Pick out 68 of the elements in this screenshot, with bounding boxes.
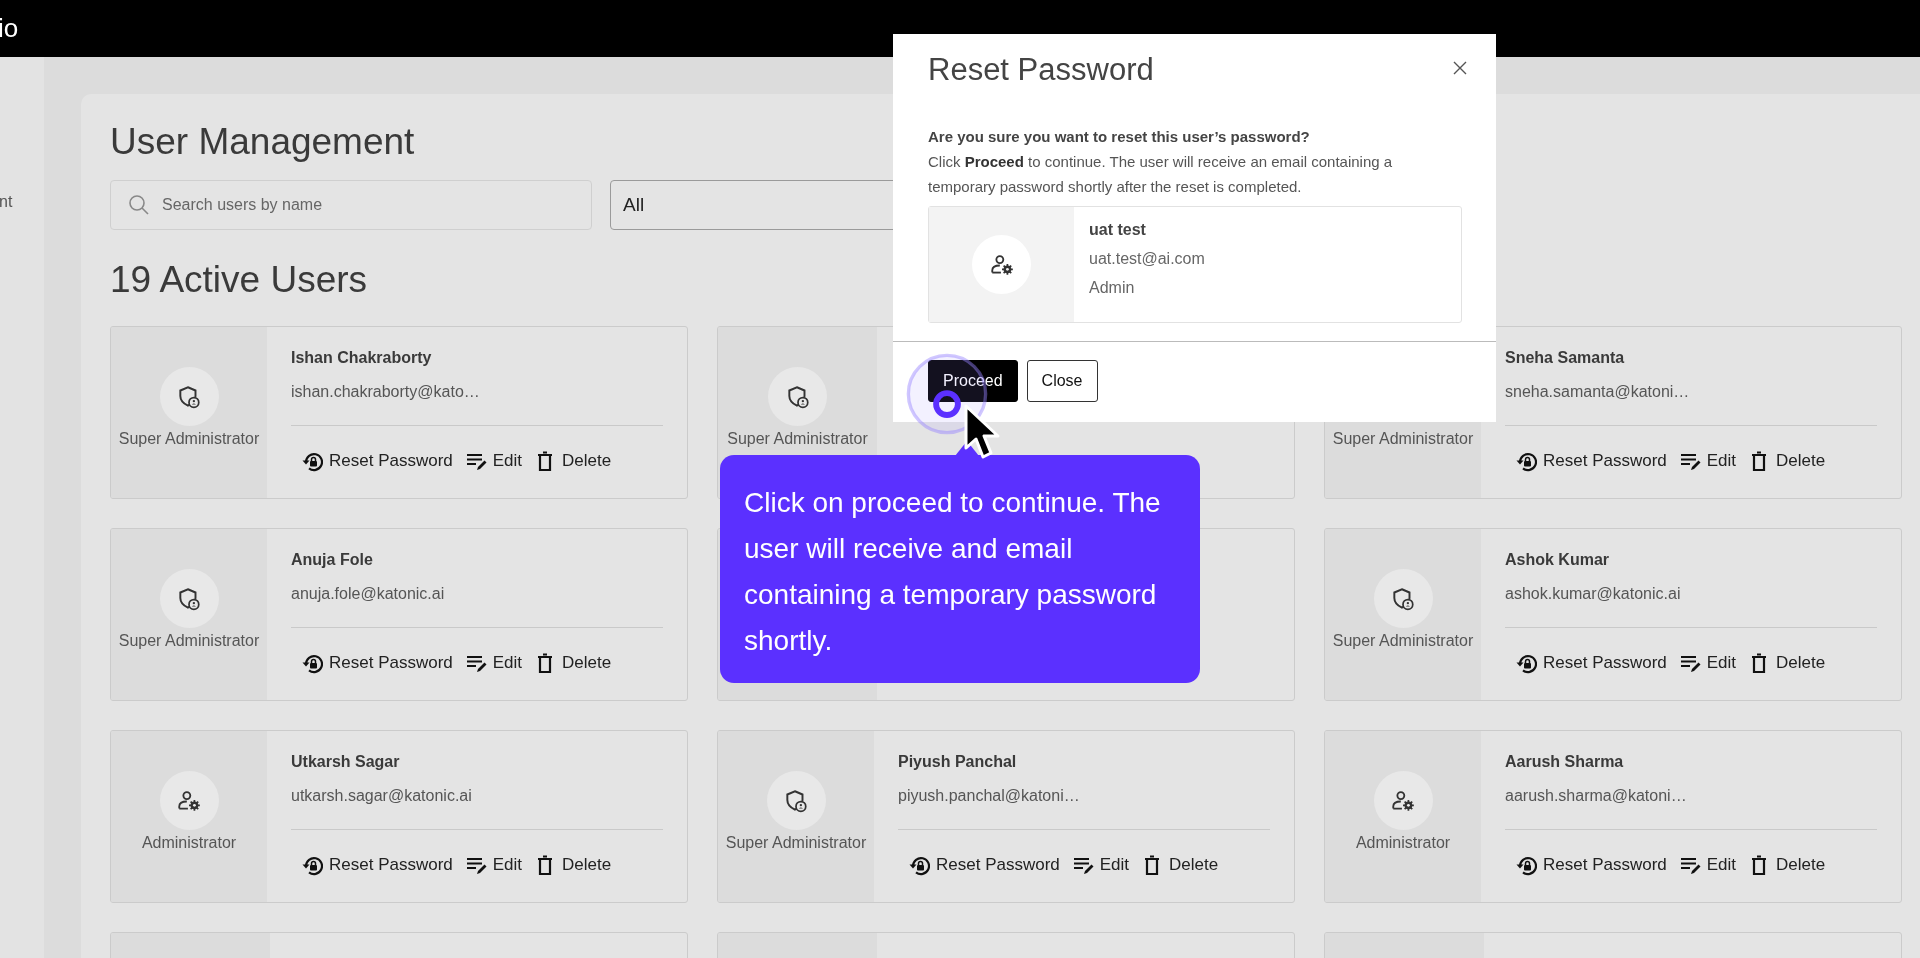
delete-button[interactable]: Delete [1748, 450, 1826, 472]
user-email: sneha.samanta@katoni… [1505, 383, 1691, 402]
delete-button[interactable]: Delete [534, 652, 612, 674]
shield-person-icon [783, 787, 809, 814]
close-button[interactable]: Close [1026, 360, 1098, 402]
user-email: ishan.chakraborty@kato… [291, 383, 481, 402]
delete-button[interactable]: Delete [534, 450, 612, 472]
delete-button[interactable]: Delete [534, 854, 612, 876]
user-name: Aarush Sharma [1505, 753, 1625, 772]
user-name: Sneha Samanta [1505, 349, 1626, 368]
user-name: Anuja Fole [291, 551, 374, 570]
user-email: utkarsh.sagar@katonic.ai [291, 787, 473, 806]
edit-button[interactable]: Edit [464, 652, 523, 674]
user-email: ashok.kumar@katonic.ai [1505, 585, 1682, 604]
role-label: Super Administrator [118, 632, 260, 650]
shield-person-icon [176, 383, 202, 410]
role-label: Administrator [1355, 834, 1451, 852]
reset-password-button[interactable]: Reset Password [1515, 652, 1667, 674]
reset-password-button[interactable]: Reset Password [1515, 854, 1667, 876]
close-icon [1452, 60, 1468, 76]
dialog-question: Are you sure you want to reset this user’s password? [928, 127, 1311, 147]
role-label: Super Administrator [727, 430, 868, 448]
edit-button[interactable]: Edit [464, 854, 523, 876]
user-name: Ashok Kumar [1505, 551, 1611, 570]
user-name: Piyush Panchal [898, 753, 1018, 772]
shield-person-icon [1390, 585, 1416, 612]
dialog-title: Reset Password [928, 52, 1154, 88]
role-label: Super Administrator [118, 430, 260, 448]
reset-lock-icon [301, 854, 323, 876]
delete-button[interactable]: Delete [1748, 652, 1826, 674]
delete-button[interactable]: Delete [1141, 854, 1219, 876]
reset-password-button[interactable]: Reset Password [301, 450, 453, 472]
active-users-heading: 19 Active Users [110, 258, 368, 302]
reset-lock-icon [1515, 652, 1537, 674]
reset-password-button[interactable]: Reset Password [301, 652, 453, 674]
reset-lock-icon [301, 652, 323, 674]
reset-lock-icon [301, 450, 323, 472]
reset-lock-icon [1515, 854, 1537, 876]
edit-button[interactable]: Edit [1678, 854, 1737, 876]
role-label: Super Administrator [1332, 430, 1474, 448]
user-name: Utkarsh Sagar [291, 753, 401, 772]
sidebar-item[interactable]: nt [0, 193, 44, 211]
user-email: aarush.sharma@katoni… [1505, 787, 1688, 806]
user-email: uat.test@ai.com [1089, 250, 1205, 269]
reset-password-button[interactable]: Reset Password [301, 854, 453, 876]
user-email: anuja.fole@katonic.ai [291, 585, 446, 604]
tooltip-text: Click on proceed to continue. The user will receive and email containing a temporary password shortly. [744, 486, 1162, 658]
edit-button[interactable]: Edit [464, 450, 523, 472]
reset-password-button[interactable]: Reset Password [908, 854, 1060, 876]
search-field[interactable]: Search users by name [110, 180, 592, 230]
page-title: User Management [110, 120, 415, 164]
reset-lock-icon [1515, 450, 1537, 472]
reset-password-button[interactable]: Reset Password [1515, 450, 1667, 472]
user-role: Admin [1089, 279, 1136, 298]
delete-button[interactable]: Delete [1748, 854, 1826, 876]
role-label: Super Administrator [1332, 632, 1474, 650]
user-name: Ishan Chakraborty [291, 349, 433, 368]
edit-button[interactable]: Edit [1071, 854, 1130, 876]
role-label: Administrator [141, 834, 237, 852]
edit-button[interactable]: Edit [1678, 652, 1737, 674]
reset-lock-icon [908, 854, 930, 876]
proceed-button[interactable]: Proceed [928, 360, 1018, 402]
role-label: Super Administrator [725, 834, 867, 852]
app-title: io [0, 13, 19, 44]
shield-person-icon [176, 585, 202, 612]
edit-button[interactable]: Edit [1678, 450, 1737, 472]
search-icon [127, 193, 151, 217]
user-email: piyush.panchal@katoni… [898, 787, 1081, 806]
